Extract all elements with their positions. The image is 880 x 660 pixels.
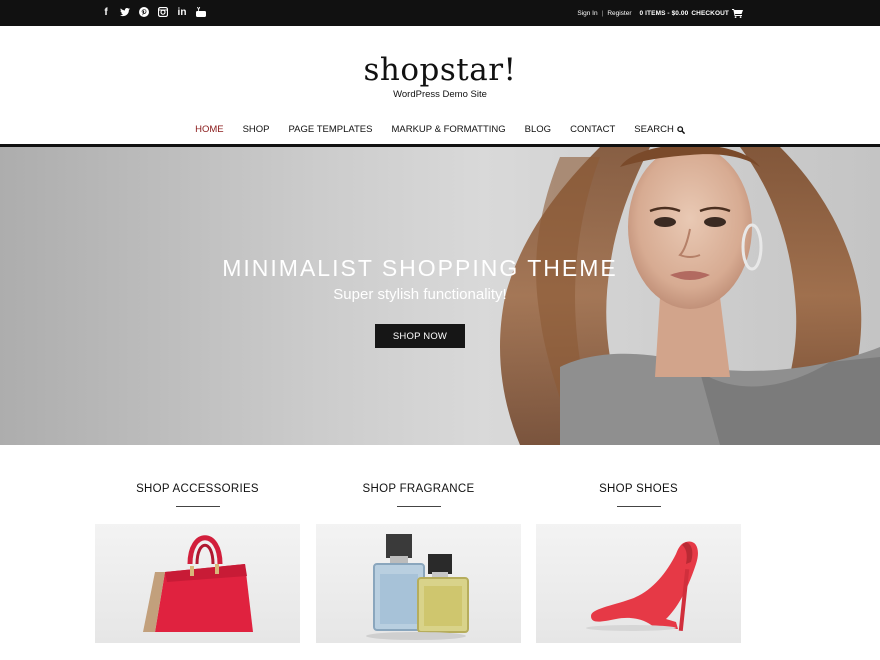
cart-icon[interactable] — [732, 9, 743, 18]
category-underline — [616, 506, 661, 507]
site-branding: shopstar! WordPress Demo Site — [0, 52, 880, 100]
pinterest-icon[interactable] — [139, 7, 149, 18]
hero-banner: MINIMALIST SHOPPING THEME Super stylish … — [0, 147, 880, 445]
nav-item-shop[interactable]: SHOP — [233, 123, 279, 136]
main-navigation: HOME SHOP PAGE TEMPLATES MARKUP & FORMAT… — [0, 123, 880, 136]
nav-item-page-templates[interactable]: PAGE TEMPLATES — [279, 123, 382, 136]
category-title[interactable]: SHOP ACCESSORIES — [95, 482, 300, 496]
hero-title: MINIMALIST SHOPPING THEME — [222, 255, 618, 281]
site-tagline: WordPress Demo Site — [393, 89, 487, 100]
cart-summary[interactable]: 0 ITEMS - $0.00 — [640, 10, 689, 17]
perfume-bottles-image[interactable] — [316, 524, 521, 643]
search-icon — [677, 125, 685, 134]
site-title[interactable]: shopstar! — [0, 52, 880, 88]
category-underline — [175, 506, 220, 507]
account-cart-links: Sign In | Register 0 ITEMS - $0.00 CHECK… — [577, 9, 743, 18]
nav-item-home[interactable]: HOME — [186, 123, 234, 136]
nav-item-blog[interactable]: BLOG — [515, 123, 560, 136]
twitter-icon[interactable] — [120, 7, 130, 18]
category-grid: SHOP ACCESSORIES SHOP FRAGRANCE SHOP SHO… — [95, 482, 741, 652]
social-links: f in — [101, 7, 206, 18]
register-link[interactable]: Register — [607, 10, 631, 17]
linkedin-icon[interactable]: in — [177, 7, 187, 18]
nav-item-contact[interactable]: CONTACT — [561, 123, 625, 136]
category-fragrance[interactable]: SHOP FRAGRANCE — [316, 482, 521, 643]
hero-subtitle: Super stylish functionality! — [333, 286, 507, 303]
category-title[interactable]: SHOP SHOES — [536, 482, 741, 496]
red-high-heel-image[interactable] — [536, 524, 741, 643]
hero-text: MINIMALIST SHOPPING THEME Super stylish … — [0, 255, 840, 304]
category-shoes[interactable]: SHOP SHOES — [536, 482, 741, 643]
sign-in-link[interactable]: Sign In — [577, 10, 597, 17]
youtube-icon[interactable] — [196, 7, 206, 18]
category-accessories[interactable]: SHOP ACCESSORIES — [95, 482, 300, 643]
facebook-icon[interactable]: f — [101, 7, 111, 18]
shop-now-button[interactable]: SHOP NOW — [375, 324, 465, 348]
instagram-icon[interactable] — [158, 7, 168, 18]
link-separator: | — [601, 10, 604, 17]
nav-item-search-label: SEARCH — [634, 124, 674, 135]
nav-item-markup-formatting[interactable]: MARKUP & FORMATTING — [382, 123, 515, 136]
nav-item-search[interactable]: SEARCH — [625, 123, 695, 136]
category-title[interactable]: SHOP FRAGRANCE — [316, 482, 521, 496]
top-bar: f in Sign In | Register 0 ITEMS - $0.00 … — [0, 0, 880, 26]
checkout-link[interactable]: CHECKOUT — [691, 10, 729, 17]
category-underline — [396, 506, 441, 507]
red-handbag-image[interactable] — [95, 524, 300, 643]
